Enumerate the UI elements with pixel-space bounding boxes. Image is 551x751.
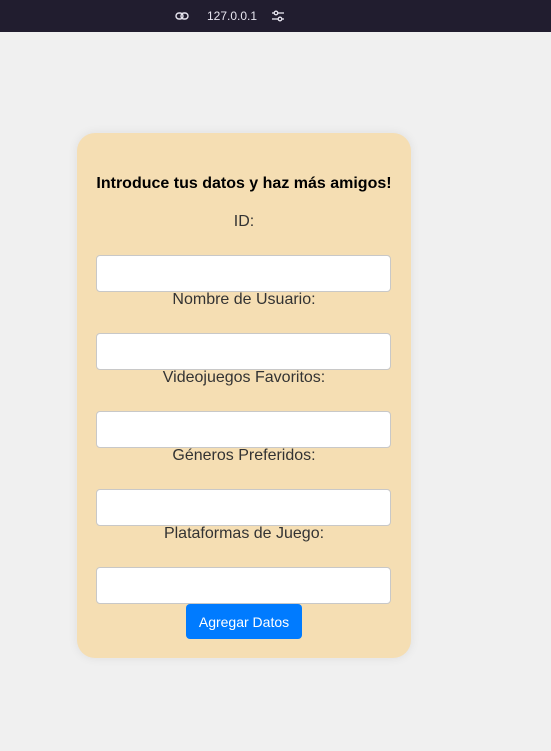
favorite-games-label: Videojuegos Favoritos: (162, 369, 326, 386)
browser-toolbar: 127.0.0.1 (0, 0, 551, 32)
tune-icon[interactable] (271, 9, 285, 23)
username-label: Nombre de Usuario: (172, 291, 316, 308)
add-data-button[interactable]: Agregar Datos (186, 604, 302, 639)
preferred-genres-input[interactable] (96, 489, 391, 526)
favorite-games-input[interactable] (96, 411, 391, 448)
platforms-input[interactable] (96, 567, 391, 604)
id-input[interactable] (96, 255, 391, 292)
form-title: Introduce tus datos y haz más amigos! (96, 175, 392, 192)
address-bar-url[interactable]: 127.0.0.1 (207, 9, 257, 23)
platforms-label: Plataformas de Juego: (163, 525, 325, 542)
form-card: Introduce tus datos y haz más amigos! ID… (77, 133, 411, 658)
link-icon[interactable] (175, 9, 189, 23)
username-input[interactable] (96, 333, 391, 370)
id-label: ID: (233, 213, 255, 230)
preferred-genres-label: Géneros Preferidos: (172, 447, 316, 464)
